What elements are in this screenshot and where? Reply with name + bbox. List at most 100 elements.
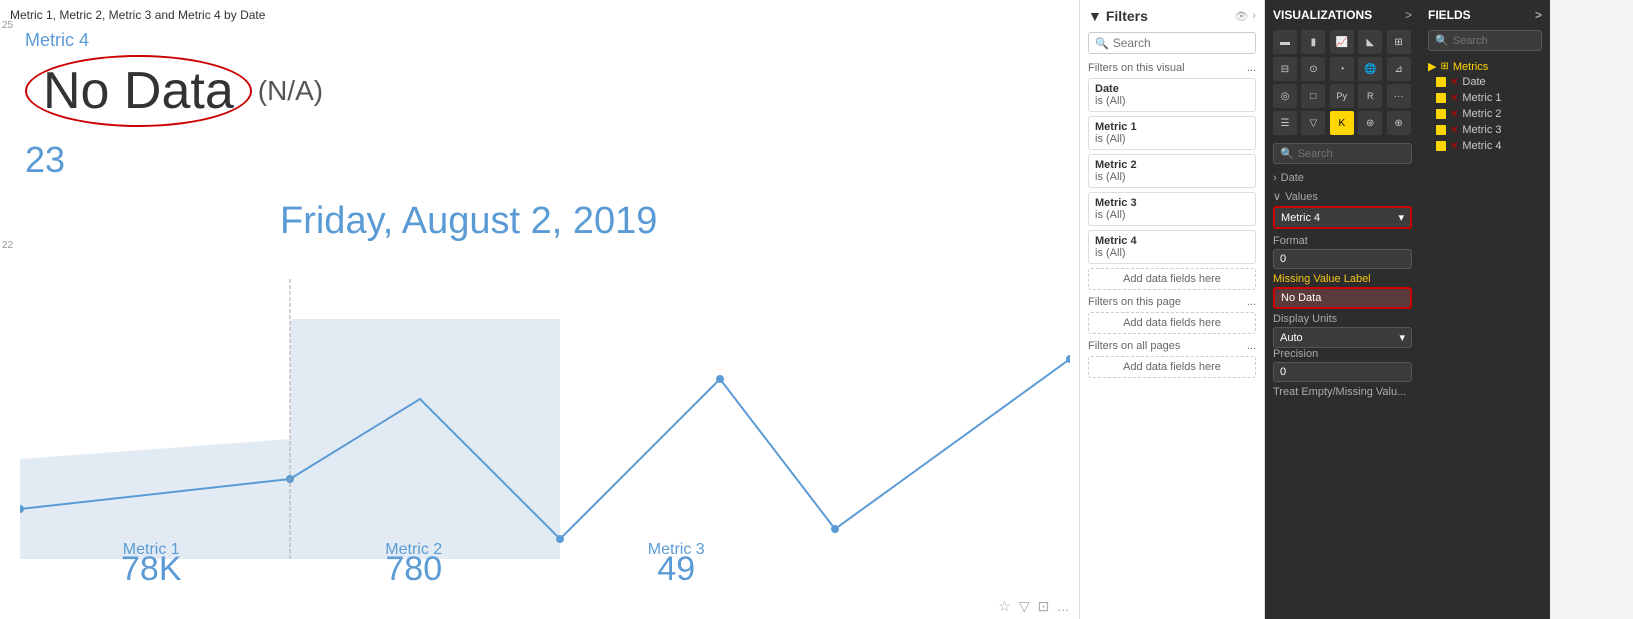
viz-display-units-dropdown[interactable]: Auto ▾ [1273, 327, 1412, 348]
field-metric1-checkbox [1436, 93, 1446, 103]
viz-chevron[interactable]: > [1405, 8, 1412, 22]
field-item-metric4[interactable]: ✕ Metric 4 [1428, 138, 1542, 154]
viz-values-section: ∨ Values Metric 4 ▾ [1273, 190, 1412, 229]
viz-search-box[interactable]: 🔍 [1273, 143, 1412, 164]
viz-date-header[interactable]: › Date [1273, 172, 1412, 184]
filters-this-visual-label: Filters on this visual [1088, 62, 1185, 74]
viz-missing-section: Missing Value Label [1273, 273, 1412, 313]
fields-panel: FIELDS > 🔍 ▶ ⊞ Metrics ✕ Date ✕ Metric 1 [1420, 0, 1550, 619]
no-data-text: No Data [25, 55, 252, 127]
fields-chevron[interactable]: > [1535, 8, 1542, 22]
fields-search-input[interactable] [1453, 35, 1535, 47]
viz-icon-python[interactable]: Py [1330, 84, 1354, 108]
y-axis-bottom: 22 [2, 240, 13, 251]
viz-search-input[interactable] [1298, 148, 1405, 160]
field-metric4-checkbox [1436, 141, 1446, 151]
viz-icon-kpi[interactable]: K [1330, 111, 1354, 135]
metric3-label: Metric 3 [545, 541, 808, 559]
viz-precision-section: Precision [1273, 348, 1412, 386]
fields-title: FIELDS [1428, 8, 1471, 22]
y-axis-top: 25 [2, 20, 13, 31]
viz-icon-line[interactable]: 📈 [1330, 30, 1354, 54]
viz-icon-area[interactable]: ◣ [1358, 30, 1382, 54]
viz-icon-map[interactable]: 🌐 [1358, 57, 1382, 81]
field-item-metric1[interactable]: ✕ Metric 1 [1428, 90, 1542, 106]
filters-search-icon: 🔍 [1095, 37, 1109, 50]
viz-icon-card[interactable]: □ [1301, 84, 1325, 108]
viz-icon-table[interactable]: ⊞ [1387, 30, 1411, 54]
filter-item-metric1[interactable]: Metric 1 is (All) [1088, 116, 1256, 150]
viz-icon-funnel[interactable]: ⊿ [1387, 57, 1411, 81]
viz-icon-filter2[interactable]: ▽ [1301, 111, 1325, 135]
viz-icon-bar[interactable]: ▬ [1273, 30, 1297, 54]
viz-values-dropdown[interactable]: Metric 4 ▾ [1273, 206, 1412, 229]
field-item-date[interactable]: ✕ Date [1428, 74, 1542, 90]
filter-item-metric2[interactable]: Metric 2 is (All) [1088, 154, 1256, 188]
viz-format-input[interactable] [1273, 249, 1412, 269]
add-fields-this-visual[interactable]: Add data fields here [1088, 268, 1256, 290]
viz-date-section: › Date [1273, 172, 1412, 184]
viz-icon-extra2[interactable]: ⊕ [1387, 111, 1411, 135]
filter-item-metric3[interactable]: Metric 3 is (All) [1088, 192, 1256, 226]
field-metric1-name: Metric 1 [1462, 92, 1501, 104]
add-fields-this-page[interactable]: Add data fields here [1088, 312, 1256, 334]
na-text: (N/A) [258, 75, 323, 107]
field-group-metrics-header[interactable]: ▶ ⊞ Metrics [1428, 59, 1542, 74]
viz-icon-more[interactable]: ··· [1387, 84, 1411, 108]
filters-title: ▼ Filters [1088, 8, 1148, 24]
focus-icon[interactable]: ⊡ [1038, 598, 1050, 615]
field-metric2-checkbox [1436, 109, 1446, 119]
viz-icon-pie[interactable]: ◔ [1330, 57, 1354, 81]
field-group-name: Metrics [1453, 61, 1488, 73]
field-item-metric2[interactable]: ✕ Metric 2 [1428, 106, 1542, 122]
viz-format-label: Format [1273, 235, 1412, 247]
metric-small-value: 23 [25, 139, 323, 181]
filter-item-metric4[interactable]: Metric 4 is (All) [1088, 230, 1256, 264]
viz-values-dropdown-arrow: ▾ [1398, 211, 1404, 224]
filters-expand-icon[interactable]: › [1252, 10, 1256, 23]
viz-precision-input[interactable] [1273, 362, 1412, 382]
field-date-x: ✕ [1450, 77, 1458, 88]
viz-icon-slicer[interactable]: ☰ [1273, 111, 1297, 135]
viz-icons-grid: ▬ ▮ 📈 ◣ ⊞ ⊟ ⊙ ◔ 🌐 ⊿ ◎ □ Py R ··· ☰ ▽ K ⊛… [1273, 30, 1412, 135]
star-icon[interactable]: ☆ [998, 598, 1011, 615]
fields-search-box[interactable]: 🔍 [1428, 30, 1542, 51]
viz-icon-r[interactable]: R [1358, 84, 1382, 108]
chart-svg [20, 279, 1070, 559]
filter-icon[interactable]: ▽ [1019, 598, 1030, 615]
filter-item-date[interactable]: Date is (All) [1088, 78, 1256, 112]
viz-format-section: Format [1273, 235, 1412, 273]
viz-missing-input[interactable] [1273, 287, 1412, 309]
field-item-metric3[interactable]: ✕ Metric 3 [1428, 122, 1542, 138]
viz-icon-extra1[interactable]: ⊛ [1358, 111, 1382, 135]
filters-all-pages-header: Filters on all pages ... [1088, 340, 1256, 352]
filters-this-page-more[interactable]: ... [1247, 296, 1256, 308]
metric4-label-bottom [808, 541, 1071, 559]
metric4-label: Metric 4 [25, 30, 323, 51]
filters-search-input[interactable] [1113, 36, 1249, 50]
filters-all-pages-more[interactable]: ... [1247, 340, 1256, 352]
viz-icon-matrix[interactable]: ⊟ [1273, 57, 1297, 81]
filters-title-text: Filters [1106, 8, 1148, 24]
field-metric4-x: ✕ [1450, 141, 1458, 152]
metric-big-display: Metric 4 No Data (N/A) 23 [25, 30, 323, 181]
viz-display-units-arrow: ▾ [1399, 331, 1405, 344]
more-icon[interactable]: ... [1057, 598, 1069, 615]
viz-icon-scatter[interactable]: ⊙ [1301, 57, 1325, 81]
viz-missing-label: Missing Value Label [1273, 273, 1412, 285]
add-fields-all-pages[interactable]: Add data fields here [1088, 356, 1256, 378]
field-group-expand-icon: ▶ [1428, 60, 1436, 73]
filters-header: ▼ Filters 👁 › [1088, 8, 1256, 24]
filters-this-visual-more[interactable]: ... [1247, 62, 1256, 74]
date-label: Friday, August 2, 2019 [280, 200, 657, 243]
visualizations-panel: VISUALIZATIONS > ▬ ▮ 📈 ◣ ⊞ ⊟ ⊙ ◔ 🌐 ⊿ ◎ □… [1265, 0, 1420, 619]
viz-search-icon: 🔍 [1280, 147, 1294, 160]
viz-values-header[interactable]: ∨ Values [1273, 190, 1412, 203]
viz-icon-column[interactable]: ▮ [1301, 30, 1325, 54]
filters-eye-icon[interactable]: 👁 [1234, 10, 1248, 23]
filters-panel: ▼ Filters 👁 › 🔍 Filters on this visual .… [1080, 0, 1265, 619]
metric-names-row: Metric 1 Metric 2 Metric 3 [20, 541, 1070, 559]
viz-icon-gauge[interactable]: ◎ [1273, 84, 1297, 108]
filters-search-box[interactable]: 🔍 [1088, 32, 1256, 54]
viz-values-dropdown-text: Metric 4 [1281, 212, 1320, 224]
